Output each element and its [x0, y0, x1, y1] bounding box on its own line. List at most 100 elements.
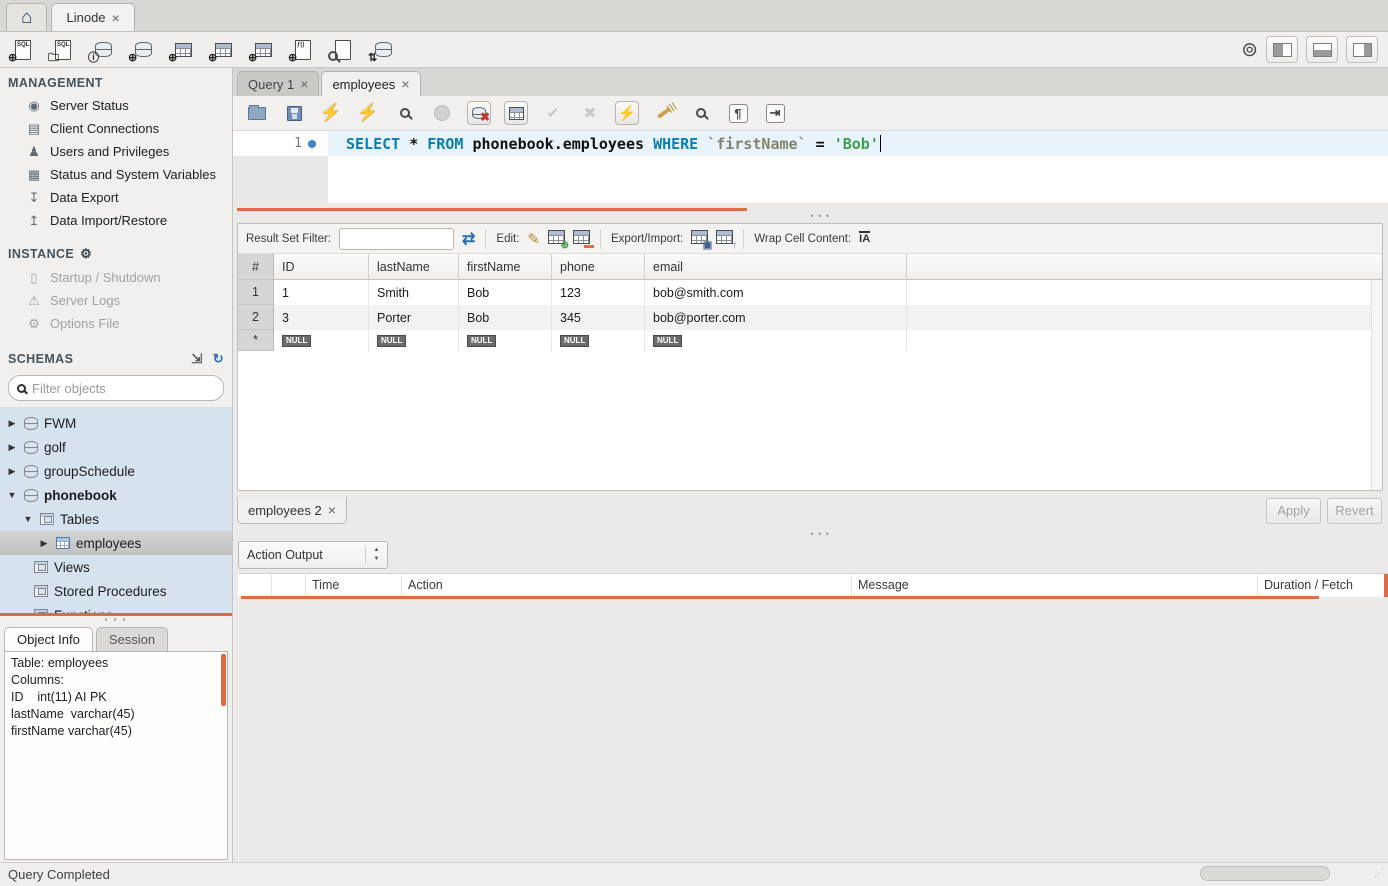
tab-employees[interactable]: employees × — [321, 71, 420, 96]
schema-fwm[interactable]: ▶FWM — [0, 411, 232, 435]
toggle-sidebar-button[interactable] — [1266, 36, 1298, 63]
wrap-text-button[interactable]: ⇥ — [763, 101, 787, 125]
close-icon[interactable]: × — [328, 502, 336, 518]
table-icon — [56, 537, 70, 549]
create-function-button[interactable]: ƒ()⊕ — [290, 38, 316, 62]
output-col-message[interactable]: Message — [852, 574, 1258, 597]
resize-grip[interactable]: ⋰ — [1374, 868, 1385, 879]
save-script-button[interactable] — [282, 101, 306, 125]
refresh-result-icon[interactable]: ⇄ — [462, 229, 475, 249]
find-button[interactable] — [689, 101, 713, 125]
inspect-database-button[interactable]: ⓘ — [90, 38, 116, 62]
sidebar-item-options-file[interactable]: ⚙ Options File — [0, 312, 232, 335]
open-script-button[interactable] — [245, 101, 269, 125]
stop-query-button[interactable] — [430, 101, 454, 125]
refresh-schemas-icon[interactable]: ↻ — [213, 351, 224, 367]
tree-node-stored-procedures[interactable]: Stored Procedures — [0, 579, 232, 603]
create-table-button[interactable]: ⊕ — [170, 38, 196, 62]
sidebar-item-users-privileges[interactable]: ♟ Users and Privileges — [0, 140, 232, 163]
export-recordset-icon[interactable]: ▣ — [691, 230, 708, 247]
col-header-phone[interactable]: phone — [552, 254, 645, 280]
tab-object-info[interactable]: Object Info — [4, 627, 93, 651]
grid-vertical-scrollbar[interactable] — [1371, 280, 1382, 490]
rollback-button[interactable]: ✖ — [578, 101, 602, 125]
schema-filter-input[interactable] — [32, 381, 215, 396]
table-row[interactable]: 1 1 Smith Bob 123 bob@smith.com — [238, 280, 1382, 305]
home-tab[interactable]: ⌂ — [6, 3, 47, 31]
sidebar-item-data-import[interactable]: ↥ Data Import/Restore — [0, 209, 232, 232]
col-header-rownum[interactable]: # — [238, 254, 274, 280]
wrap-cell-content-icon[interactable]: IA — [859, 231, 870, 245]
close-icon[interactable]: × — [112, 10, 120, 26]
create-view-button[interactable]: ⊕ — [210, 38, 236, 62]
apply-button[interactable]: Apply — [1266, 498, 1321, 524]
tree-node-tables[interactable]: ▼Tables — [0, 507, 232, 531]
insert-row-icon[interactable]: ⊕ — [548, 230, 565, 247]
edit-record-icon[interactable]: ✎ — [527, 230, 540, 248]
sidebar-item-data-export[interactable]: ↧ Data Export — [0, 186, 232, 209]
autocommit-toggle[interactable]: ⚡ — [615, 101, 639, 125]
new-row-placeholder[interactable]: * NULL NULL NULL NULL NULL — [238, 330, 1382, 351]
revert-button[interactable]: Revert — [1327, 498, 1382, 524]
create-schema-button[interactable]: ⊕ — [130, 38, 156, 62]
schema-groupschedule[interactable]: ▶groupSchedule — [0, 459, 232, 483]
reconnect-dbms-button[interactable]: ⇅ — [370, 38, 396, 62]
sidebar-item-status-system-variables[interactable]: ▦ Status and System Variables — [0, 163, 232, 186]
new-sql-tab-button[interactable]: SQL⊕ — [10, 38, 36, 62]
sidebar-splitter[interactable]: ▪ ▪ ▪ — [0, 616, 232, 624]
result-filter-label: Result Set Filter: — [246, 233, 331, 245]
tree-node-views[interactable]: Views — [0, 555, 232, 579]
explain-query-button[interactable] — [393, 101, 417, 125]
output-type-select[interactable]: Action Output ▲ ▼ — [238, 541, 388, 569]
close-icon[interactable]: × — [300, 76, 308, 92]
limit-rows-toggle[interactable] — [504, 101, 528, 125]
open-sql-script-button[interactable]: SQL🗀 — [50, 38, 76, 62]
tab-query1[interactable]: Query 1 × — [237, 71, 319, 96]
tree-node-functions[interactable]: Functions — [0, 603, 232, 613]
execute-query-button[interactable]: ⚡ — [319, 101, 343, 125]
sidebar-item-server-logs[interactable]: ⚠ Server Logs — [0, 289, 232, 312]
functions-folder-icon — [34, 609, 48, 613]
notification-icon[interactable]: ⊚ — [1241, 40, 1258, 60]
main-toolbar: SQL⊕ SQL🗀 ⓘ ⊕ ⊕ ⊕ ⊕ ƒ()⊕ ⇅ ⊚ — [0, 32, 1388, 68]
output-col-duration[interactable]: Duration / Fetch — [1258, 574, 1388, 597]
expand-schemas-icon[interactable]: ⇲ — [191, 351, 202, 367]
object-info-scrollbar[interactable] — [221, 654, 226, 706]
output-col-action[interactable]: Action — [402, 574, 852, 597]
sidebar-item-startup-shutdown[interactable]: ▯ Startup / Shutdown — [0, 266, 232, 289]
sql-editor[interactable]: 1 SELECT * FROM phonebook.employees WHER… — [233, 130, 1388, 203]
col-header-firstname[interactable]: firstName — [459, 254, 552, 280]
output-splitter[interactable]: • • • — [233, 527, 1388, 537]
sidebar-item-client-connections[interactable]: ▤ Client Connections — [0, 117, 232, 140]
col-header-lastname[interactable]: lastName — [369, 254, 459, 280]
tree-node-employees[interactable]: ▶employees — [0, 531, 232, 555]
beautify-script-button[interactable] — [652, 101, 676, 125]
commit-button[interactable]: ✔ — [541, 101, 565, 125]
schema-golf[interactable]: ▶golf — [0, 435, 232, 459]
toggle-secondary-sidebar-button[interactable] — [1346, 36, 1378, 63]
create-procedure-button[interactable]: ⊕ — [250, 38, 276, 62]
close-icon[interactable]: × — [401, 76, 409, 92]
tab-session[interactable]: Session — [96, 627, 168, 651]
col-header-email[interactable]: email — [645, 254, 907, 280]
import-records-icon[interactable]: ↑ — [716, 230, 733, 247]
sidebar-item-server-status[interactable]: ◉ Server Status — [0, 94, 232, 117]
table-row[interactable]: 2 3 Porter Bob 345 bob@porter.com — [238, 305, 1382, 330]
result-filter-input[interactable] — [339, 228, 454, 250]
stop-on-error-toggle[interactable]: ✖ — [467, 101, 491, 125]
col-header-id[interactable]: ID — [274, 254, 369, 280]
toggle-output-area-button[interactable] — [1306, 36, 1338, 63]
horizontal-scrollbar[interactable] — [1200, 866, 1330, 881]
schema-phonebook[interactable]: ▼phonebook — [0, 483, 232, 507]
editor-result-splitter[interactable]: • • • — [233, 203, 1388, 223]
execute-current-statement-button[interactable]: ⚡ — [356, 101, 380, 125]
connection-tab-linode[interactable]: Linode × — [51, 3, 134, 31]
server-status-icon: ◉ — [26, 98, 42, 114]
output-col-time[interactable]: Time — [306, 574, 402, 597]
output-selector-bar: Action Output ▲ ▼ — [233, 537, 1388, 573]
result-tab-employees2[interactable]: employees 2 × — [237, 497, 347, 524]
sql-line-1[interactable]: SELECT * FROM phonebook.employees WHERE … — [328, 131, 1388, 156]
search-table-data-button[interactable] — [330, 38, 356, 62]
delete-row-icon[interactable]: ▬ — [573, 230, 590, 247]
show-invisibles-button[interactable]: ¶ — [726, 101, 750, 125]
